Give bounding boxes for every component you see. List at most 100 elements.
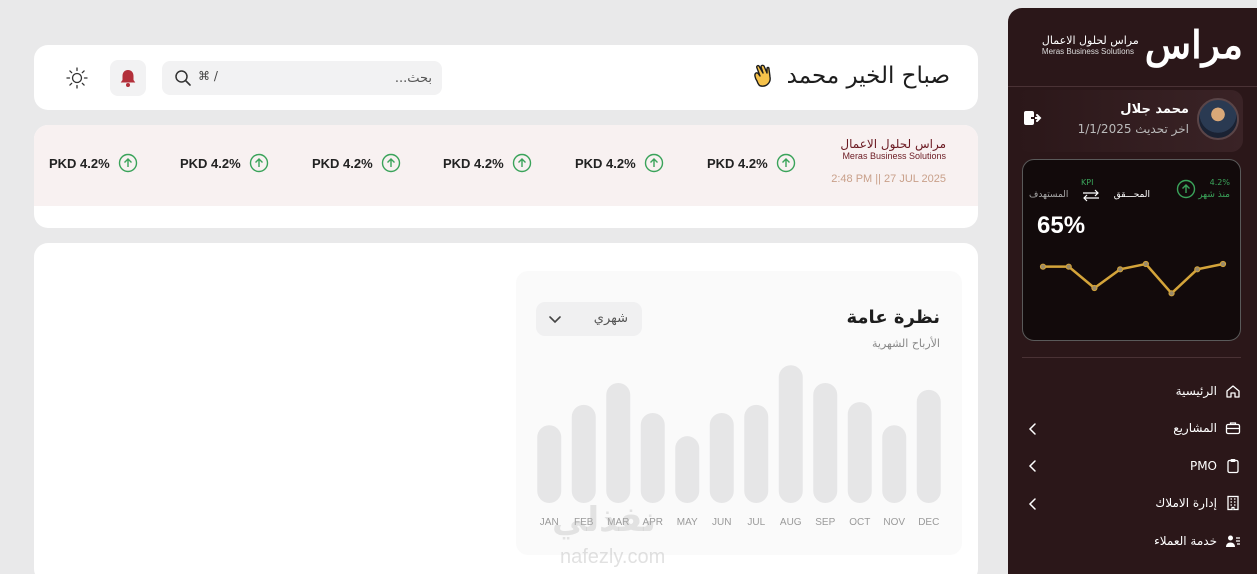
ticker-value: PKD 4.2% bbox=[575, 155, 636, 171]
x-tick-label: JUL bbox=[747, 517, 765, 528]
arrow-up-circle-icon bbox=[249, 153, 268, 173]
notifications-button[interactable] bbox=[110, 60, 146, 96]
watermark-en: nafezly.com bbox=[560, 546, 666, 568]
sparkline-point bbox=[1194, 266, 1201, 273]
sidebar-item-1[interactable]: المشاريع bbox=[1022, 410, 1241, 448]
logout-icon[interactable] bbox=[1022, 108, 1042, 128]
ticker-band: مراس لحلول الاعمال Meras Business Soluti… bbox=[34, 125, 978, 206]
ticker-item: PKD 4.2% bbox=[312, 153, 401, 173]
bar-dec bbox=[916, 389, 941, 503]
home-icon bbox=[1226, 385, 1240, 398]
sparkline-point bbox=[1117, 266, 1124, 273]
sparkline-point bbox=[1039, 263, 1047, 270]
sidebar-item-4[interactable]: خدمة العملاء bbox=[1022, 522, 1241, 560]
search-box[interactable]: ⌘ / bbox=[162, 61, 442, 95]
users-icon bbox=[1226, 535, 1240, 547]
bar-apr bbox=[640, 413, 665, 503]
ticker-item: PKD 4.2% bbox=[49, 153, 138, 173]
greeting: صباح الخير محمد bbox=[749, 61, 950, 91]
ticker-value: PKD 4.2% bbox=[443, 155, 504, 171]
bar-sep bbox=[813, 383, 838, 503]
divider bbox=[1008, 86, 1257, 87]
sidebar-item-label: المشاريع bbox=[1173, 421, 1217, 436]
bar-aug bbox=[778, 365, 803, 503]
search-icon[interactable] bbox=[174, 69, 192, 87]
chevron-left-icon bbox=[1028, 460, 1036, 472]
search-shortcut: ⌘ / bbox=[198, 69, 218, 83]
period-select[interactable]: شهري bbox=[536, 302, 642, 336]
arrow-up-circle-icon bbox=[381, 153, 400, 173]
top-header: صباح الخير محمد ⌘ / bbox=[34, 45, 978, 110]
sparkline-point bbox=[1168, 290, 1175, 297]
chevron-left-icon bbox=[1028, 497, 1036, 510]
ticker-item: PKD 4.2% bbox=[575, 153, 664, 173]
sun-icon[interactable] bbox=[64, 65, 90, 91]
arrow-up-circle-icon bbox=[1176, 179, 1196, 199]
waving-hand-icon bbox=[753, 64, 771, 87]
clipboard-icon bbox=[1227, 458, 1239, 473]
search-input[interactable] bbox=[222, 61, 432, 95]
sidebar-item-2[interactable]: PMO bbox=[1022, 447, 1241, 485]
x-tick-label: DEC bbox=[918, 517, 939, 528]
chevron-down-icon bbox=[549, 316, 561, 324]
user-profile[interactable]: محمد جلال اخر تحديث 1/1/2025 bbox=[1016, 90, 1243, 152]
watermark-ar: نفذلي bbox=[552, 500, 657, 540]
ticker-value: PKD 4.2% bbox=[312, 155, 373, 171]
kpi-target-label: المستهدف bbox=[1029, 190, 1069, 200]
sidebar-item-label: خدمة العملاء bbox=[1154, 533, 1217, 548]
bell-icon bbox=[120, 70, 136, 87]
sparkline-point bbox=[1065, 263, 1072, 270]
brand-logo: مراس مراس لحلول الاعمال Meras Business S… bbox=[1042, 26, 1243, 64]
chevron-left-icon bbox=[1028, 422, 1036, 435]
arrow-up-circle-icon bbox=[644, 153, 663, 173]
kpi-month-pct: 4.2% bbox=[1209, 178, 1230, 187]
last-update: اخر تحديث 1/1/2025 bbox=[1077, 122, 1189, 136]
brand-name-en: Meras Business Solutions bbox=[1041, 47, 1134, 56]
x-tick-label: JUN bbox=[712, 517, 731, 528]
sidebar-item-3[interactable]: إدارة الاملاك bbox=[1022, 485, 1241, 523]
bar-nov bbox=[882, 425, 907, 503]
x-tick-label: AUG bbox=[780, 517, 802, 528]
swap-arrows-icon bbox=[1083, 189, 1099, 202]
ticker-brand-ar: مراس لحلول الاعمال bbox=[840, 137, 946, 151]
divider bbox=[1022, 357, 1241, 358]
period-select-value: شهري bbox=[593, 311, 628, 326]
bar-feb bbox=[571, 404, 596, 503]
sidebar-item-label: الرئيسية bbox=[1175, 383, 1217, 398]
ticker-item: PKD 4.2% bbox=[180, 153, 269, 173]
ticker-brand: مراس لحلول الاعمال Meras Business Soluti… bbox=[840, 137, 946, 161]
sidebar-item-label: PMO bbox=[1189, 458, 1217, 473]
sparkline-point bbox=[1142, 260, 1149, 268]
kpi-achieved-label: المحـــقق bbox=[1113, 190, 1150, 200]
bar-oct bbox=[847, 402, 872, 503]
user-name: محمد جلال bbox=[1120, 102, 1189, 117]
kpi-card: 4.2% منذ شهر المحـــقق KPI المستهدف 65% bbox=[1022, 159, 1241, 341]
main-panel: نظرة عامة الأرباح الشهرية شهري JAN FEB MAR… bbox=[34, 243, 978, 574]
x-tick-label: OCT bbox=[849, 517, 870, 528]
bar-jul bbox=[744, 404, 769, 503]
sparkline-point bbox=[1091, 284, 1098, 292]
sidebar: مراس مراس لحلول الاعمال Meras Business S… bbox=[1008, 8, 1257, 574]
overview-title: نظرة عامة bbox=[846, 307, 941, 328]
ticker-brand-en: Meras Business Solutions bbox=[842, 151, 946, 161]
greeting-text: صباح الخير محمد bbox=[786, 63, 950, 89]
kpi-value: 65% bbox=[1037, 212, 1086, 239]
kpi-month-label: منذ شهر bbox=[1198, 190, 1230, 200]
kpi-sparkline bbox=[1039, 260, 1227, 297]
sidebar-menu: الرئيسية المشاريع PMO إدارة الاملاك خدمة الع… bbox=[1022, 372, 1241, 560]
x-tick-label: NOV bbox=[883, 517, 905, 528]
ticker-item: PKD 4.2% bbox=[443, 153, 532, 173]
sidebar-item-label: إدارة الاملاك bbox=[1155, 496, 1217, 511]
ticker-item: PKD 4.2% bbox=[707, 153, 796, 173]
watermark: نفذلي nafezly.com bbox=[552, 500, 712, 574]
brand-name-ar: مراس لحلول الاعمال bbox=[1041, 34, 1139, 47]
arrow-up-circle-icon bbox=[776, 153, 795, 173]
ticker-datetime: 2:48 PM || 27 JUL 2025 bbox=[831, 173, 946, 185]
bar-jun bbox=[709, 413, 734, 503]
overview-subtitle: الأرباح الشهرية bbox=[872, 337, 940, 350]
x-tick-label: SEP bbox=[815, 517, 835, 528]
ticker-value: PKD 4.2% bbox=[180, 155, 241, 171]
sidebar-item-0[interactable]: الرئيسية bbox=[1022, 372, 1241, 410]
sparkline-point bbox=[1219, 260, 1227, 268]
currency-ticker: مراس لحلول الاعمال Meras Business Soluti… bbox=[34, 125, 978, 228]
